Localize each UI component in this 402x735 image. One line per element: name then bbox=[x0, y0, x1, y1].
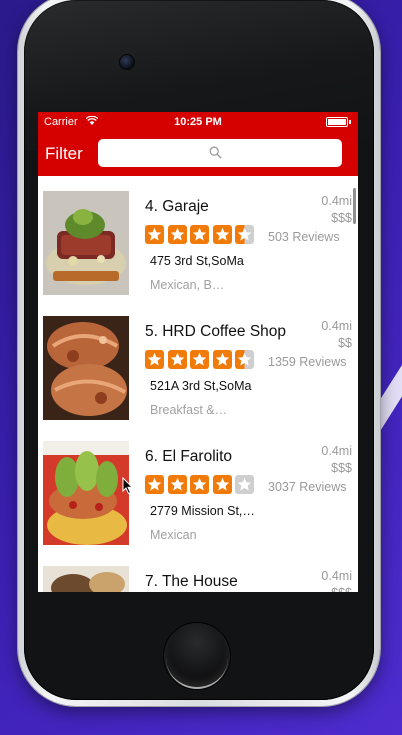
business-address: 475 3rd St,SoMa bbox=[150, 254, 244, 268]
business-name: 5. HRD Coffee Shop bbox=[145, 323, 287, 340]
business-list[interactable]: 4. Garaje 503 Reviews 475 3rd St,SoMa Me… bbox=[38, 176, 358, 592]
food-photo-the-house bbox=[43, 566, 129, 592]
search-icon bbox=[209, 146, 222, 159]
list-item[interactable]: 7. The House 0.4mi $$$ bbox=[38, 551, 358, 592]
business-address: 2779 Mission St,… bbox=[150, 504, 255, 518]
business-name: 4. Garaje bbox=[145, 198, 209, 215]
business-category: Mexican bbox=[150, 528, 197, 542]
business-distance: 0.4mi bbox=[321, 444, 352, 458]
app-screen: Carrier 10:25 PM Filter 4. Garaje 503 Re… bbox=[38, 112, 358, 592]
star-icon bbox=[167, 225, 187, 244]
business-distance: 0.4mi bbox=[321, 569, 352, 583]
business-price: $$ bbox=[338, 336, 352, 350]
star-icon bbox=[212, 475, 232, 494]
home-button[interactable] bbox=[164, 623, 230, 689]
business-distance: 0.4mi bbox=[321, 194, 352, 208]
status-time: 10:25 PM bbox=[174, 116, 222, 128]
star-icon bbox=[145, 350, 164, 369]
front-camera-icon bbox=[120, 55, 134, 69]
business-name: 7. The House bbox=[145, 573, 238, 590]
star-icon bbox=[167, 350, 187, 369]
star-icon bbox=[235, 225, 254, 244]
scrollbar-thumb[interactable] bbox=[353, 188, 356, 224]
review-count: 503 Reviews bbox=[268, 230, 340, 244]
star-icon bbox=[167, 475, 187, 494]
star-icon bbox=[212, 350, 232, 369]
business-name: 6. El Farolito bbox=[145, 448, 233, 465]
business-address: 521A 3rd St,SoMa bbox=[150, 379, 252, 393]
review-count: 3037 Reviews bbox=[268, 480, 347, 494]
food-photo-el-farolito bbox=[43, 441, 129, 545]
business-category: Mexican, B… bbox=[150, 278, 225, 292]
star-icon bbox=[235, 475, 254, 494]
list-item[interactable]: 6. El Farolito 3037 Reviews 2779 Mission… bbox=[38, 426, 358, 551]
star-icon bbox=[190, 350, 209, 369]
star-icon bbox=[190, 225, 209, 244]
list-item[interactable]: 5. HRD Coffee Shop 1359 Reviews 521A 3rd… bbox=[38, 301, 358, 426]
review-count: 1359 Reviews bbox=[268, 355, 347, 369]
navigation-bar: Filter bbox=[38, 132, 358, 176]
food-photo-garaje bbox=[43, 191, 129, 295]
star-icon bbox=[212, 225, 232, 244]
mouse-pointer-icon bbox=[122, 477, 134, 495]
status-bar: Carrier 10:25 PM bbox=[38, 112, 358, 132]
business-distance: 0.4mi bbox=[321, 319, 352, 333]
battery-icon bbox=[326, 117, 351, 127]
business-category: Breakfast &… bbox=[150, 403, 228, 417]
food-photo-hrd-coffee-shop bbox=[43, 316, 129, 420]
search-input[interactable] bbox=[98, 139, 342, 167]
business-price: $$$ bbox=[331, 461, 352, 475]
star-icon bbox=[145, 225, 164, 244]
star-icon bbox=[145, 475, 164, 494]
star-icon bbox=[190, 475, 209, 494]
list-item[interactable]: 4. Garaje 503 Reviews 475 3rd St,SoMa Me… bbox=[38, 176, 358, 301]
filter-button[interactable]: Filter bbox=[45, 144, 83, 164]
business-price: $$$ bbox=[331, 211, 352, 225]
star-icon bbox=[235, 350, 254, 369]
business-price: $$$ bbox=[331, 586, 352, 592]
